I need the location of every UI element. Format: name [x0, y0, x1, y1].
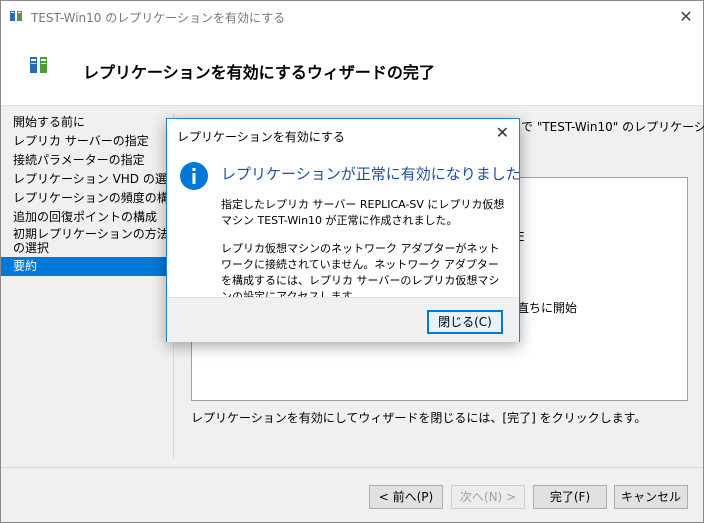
wizard-step-list: 開始する前に レプリカ サーバーの指定 接続パラメーターの指定 レプリケーション…: [1, 113, 169, 276]
step-recovery-points[interactable]: 追加の回復ポイントの構成: [1, 208, 169, 227]
step-replication-frequency[interactable]: レプリケーションの頻度の構成: [1, 189, 169, 208]
step-before-you-begin[interactable]: 開始する前に: [1, 113, 169, 132]
finish-button[interactable]: 完了(F): [533, 485, 607, 509]
title-bar: TEST-Win10 のレプリケーションを有効にする ✕: [1, 1, 703, 33]
info-icon: [180, 162, 208, 190]
step-initial-replication[interactable]: 初期レプリケーションの方法の選択: [1, 227, 169, 257]
dialog-title: レプリケーションを有効にする: [177, 130, 345, 144]
window-close-icon[interactable]: ✕: [669, 1, 703, 33]
dialog-message-created: 指定したレプリカ サーバー REPLICA-SV にレプリカ仮想マシン TEST…: [221, 198, 505, 227]
step-summary[interactable]: 要約: [1, 257, 169, 276]
finish-instruction: レプリケーションを有効にしてウィザードを閉じるには、[完了] をクリックします。: [191, 411, 647, 425]
success-dialog: レプリケーションを有効にする ✕ レプリケーションが正常に有効になりました 指定…: [166, 118, 521, 342]
replication-app-icon: [10, 11, 22, 21]
step-connection-parameters[interactable]: 接続パラメーターの指定: [1, 151, 169, 170]
summary-intro-text: で "TEST-Win10" のレプリケーション: [521, 120, 704, 134]
dialog-close-icon[interactable]: ✕: [496, 123, 509, 142]
next-button[interactable]: 次へ(N) >: [451, 485, 525, 509]
replication-wizard-icon: [30, 57, 47, 73]
dialog-close-button[interactable]: 閉じる(C): [427, 310, 503, 334]
page-title: レプリケーションを有効にするウィザードの完了: [83, 63, 435, 82]
wizard-header: レプリケーションを有効にするウィザードの完了: [1, 33, 703, 106]
cancel-button[interactable]: キャンセル: [614, 485, 688, 509]
step-replica-server[interactable]: レプリカ サーバーの指定: [1, 132, 169, 151]
window-title: TEST-Win10 のレプリケーションを有効にする: [31, 11, 286, 25]
summary-start-text: 直ちに開始: [517, 301, 578, 315]
back-button[interactable]: < 前へ(P): [369, 485, 443, 509]
dialog-footer: 閉じる(C): [167, 297, 519, 342]
dialog-heading: レプリケーションが正常に有効になりました: [221, 165, 521, 183]
dialog-message-network: レプリカ仮想マシンのネットワーク アダプターがネットワークに接続されていません。…: [221, 242, 500, 303]
step-replication-vhd[interactable]: レプリケーション VHD の選択: [1, 170, 169, 189]
footer-divider: [1, 467, 703, 468]
